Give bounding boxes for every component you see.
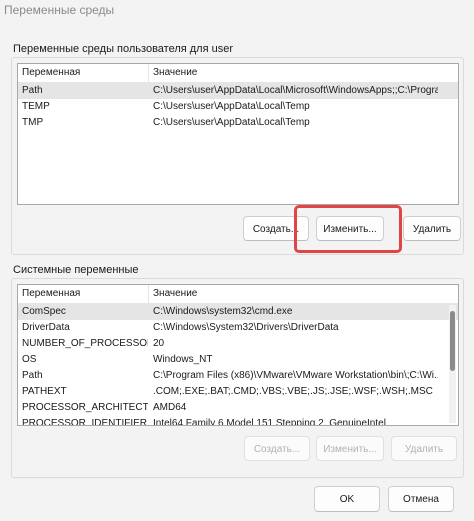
- var-name: PATHEXT: [22, 386, 67, 397]
- ok-button[interactable]: OK: [314, 486, 380, 512]
- var-name: TEMP: [22, 101, 50, 112]
- var-value: C:\Windows\system32\cmd.exe: [153, 306, 293, 317]
- table-row[interactable]: PROCESSOR_IDENTIFIER Intel64 Family 6 Mo…: [18, 416, 458, 426]
- table-row[interactable]: PATHEXT .COM;.EXE;.BAT;.CMD;.VBS;.VBE;.J…: [18, 384, 458, 400]
- var-name: OS: [22, 354, 37, 365]
- var-value: C:\Users\user\AppData\Local\Microsoft\Wi…: [153, 85, 438, 96]
- var-name: DriverData: [22, 322, 70, 333]
- var-value: 20: [153, 338, 165, 349]
- var-value: Intel64 Family 6 Model 151 Stepping 2, G…: [153, 418, 386, 426]
- window-title: Переменные среды: [4, 3, 115, 17]
- var-name: ComSpec: [22, 306, 66, 317]
- cancel-button[interactable]: Отмена: [388, 486, 454, 512]
- user-vars-header: Переменная Значение: [18, 64, 458, 83]
- user-vars-list[interactable]: Переменная Значение Path C:\Users\user\A…: [17, 63, 459, 205]
- system-edit-button[interactable]: Изменить...: [316, 436, 384, 461]
- system-vars-scroll-thumb[interactable]: [450, 311, 455, 371]
- var-value: Windows_NT: [153, 354, 213, 365]
- var-value: C:\Users\user\AppData\Local\Temp: [153, 101, 310, 112]
- table-row[interactable]: Path C:\Users\user\AppData\Local\Microso…: [18, 83, 458, 99]
- table-row[interactable]: DriverData C:\Windows\System32\Drivers\D…: [18, 320, 458, 336]
- system-create-button[interactable]: Создать...: [244, 436, 310, 461]
- system-col-name-header[interactable]: Переменная: [22, 285, 149, 303]
- system-col-value-header[interactable]: Значение: [153, 285, 197, 303]
- var-name: NUMBER_OF_PROCESSORS: [22, 338, 148, 349]
- var-name: TMP: [22, 117, 44, 128]
- system-vars-header: Переменная Значение: [18, 285, 458, 304]
- var-value: C:\Windows\System32\Drivers\DriverData: [153, 322, 339, 333]
- table-row[interactable]: Path C:\Program Files (x86)\VMware\VMwar…: [18, 368, 458, 384]
- user-vars-group-label: Переменные среды пользователя для user: [13, 43, 234, 55]
- table-row[interactable]: PROCESSOR_ARCHITECTURE AMD64: [18, 400, 458, 416]
- user-delete-button[interactable]: Удалить: [403, 216, 461, 241]
- var-name: PROCESSOR_ARCHITECTURE: [22, 402, 148, 413]
- var-name: Path: [22, 370, 43, 381]
- var-name: PROCESSOR_IDENTIFIER: [22, 418, 148, 426]
- table-row[interactable]: TEMP C:\Users\user\AppData\Local\Temp: [18, 99, 458, 115]
- table-row[interactable]: TMP C:\Users\user\AppData\Local\Temp: [18, 115, 458, 131]
- edit-button-highlight: [294, 205, 402, 253]
- user-col-name-header[interactable]: Переменная: [22, 64, 149, 82]
- var-value: C:\Program Files (x86)\VMware\VMware Wor…: [153, 370, 438, 381]
- var-value: AMD64: [153, 402, 187, 413]
- system-delete-button[interactable]: Удалить: [391, 436, 457, 461]
- var-name: Path: [22, 85, 43, 96]
- table-row[interactable]: ComSpec C:\Windows\system32\cmd.exe: [18, 304, 458, 320]
- user-col-value-header[interactable]: Значение: [153, 64, 197, 82]
- system-vars-list[interactable]: Переменная Значение ComSpec C:\Windows\s…: [17, 284, 459, 426]
- var-value: .COM;.EXE;.BAT;.CMD;.VBS;.VBE;.JS;.JSE;.…: [153, 386, 433, 397]
- var-value: C:\Users\user\AppData\Local\Temp: [153, 117, 310, 128]
- table-row[interactable]: NUMBER_OF_PROCESSORS 20: [18, 336, 458, 352]
- table-row[interactable]: OS Windows_NT: [18, 352, 458, 368]
- system-vars-group-label: Системные переменные: [13, 264, 139, 276]
